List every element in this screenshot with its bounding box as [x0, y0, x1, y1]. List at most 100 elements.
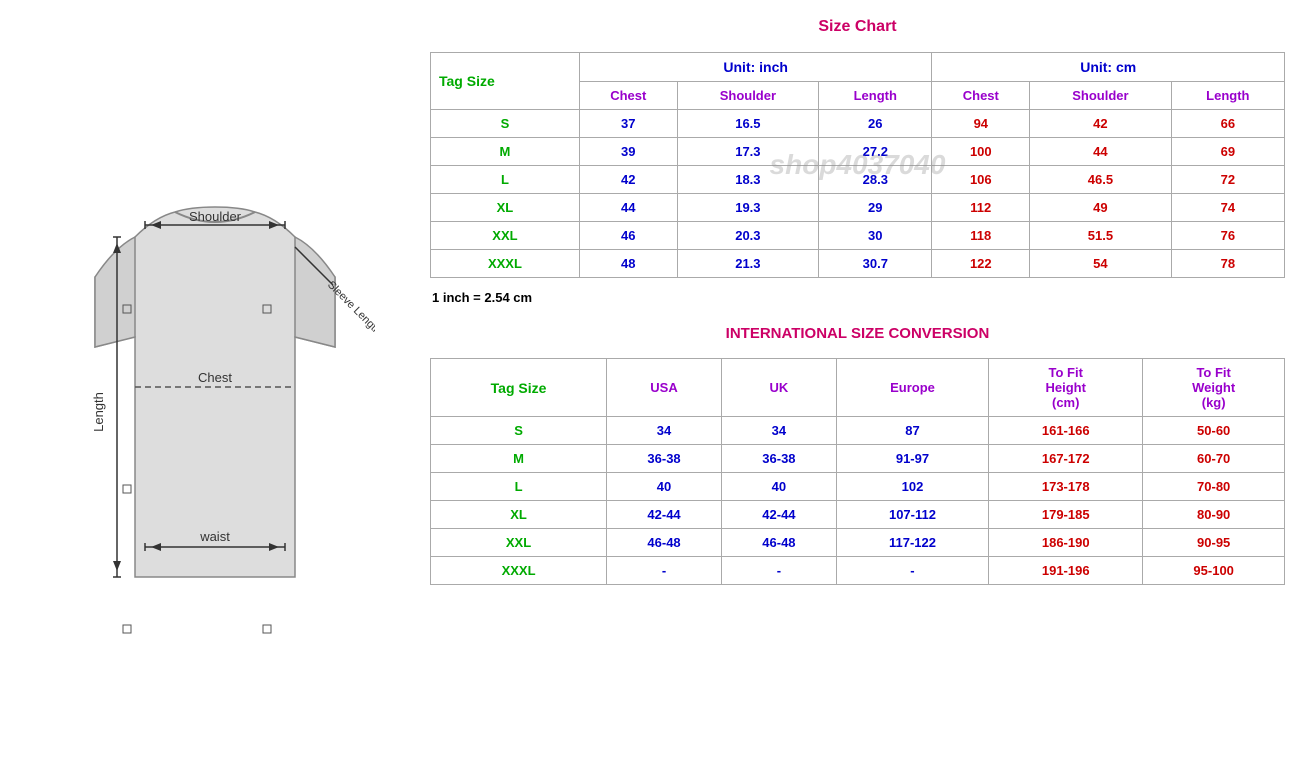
intl-usa-cell: 40: [607, 473, 722, 501]
tshirt-svg: Shoulder Length Chest waist Sleeve Lengt…: [55, 117, 375, 657]
intl-tag-size-header: Tag Size: [431, 359, 607, 417]
intl-usa-cell: 46-48: [607, 529, 722, 557]
size-chart-row: M 39 17.3 27.2 100 44 69: [431, 138, 1285, 166]
intl-height-cell: 173-178: [989, 473, 1143, 501]
intl-tag-cell: M: [431, 445, 607, 473]
inch-shoulder-cell: 19.3: [677, 194, 819, 222]
cm-chest-cell: 106: [932, 166, 1030, 194]
cm-length-cell: 72: [1171, 166, 1284, 194]
intl-usa-cell: 34: [607, 417, 722, 445]
tag-size-cell: S: [431, 110, 580, 138]
size-chart-row: XXXL 48 21.3 30.7 122 54 78: [431, 250, 1285, 278]
intl-weight-header: To FitWeight(kg): [1143, 359, 1285, 417]
cm-length-cell: 76: [1171, 222, 1284, 250]
cm-length-cell: 78: [1171, 250, 1284, 278]
size-chart-row: XL 44 19.3 29 112 49 74: [431, 194, 1285, 222]
intl-uk-cell: 36-38: [721, 445, 836, 473]
cm-shoulder-cell: 46.5: [1030, 166, 1172, 194]
tag-size-header: Tag Size: [431, 53, 580, 110]
inch-shoulder-cell: 17.3: [677, 138, 819, 166]
tag-size-cell: XL: [431, 194, 580, 222]
inch-length-cell: 30.7: [819, 250, 932, 278]
intl-uk-cell: 40: [721, 473, 836, 501]
size-chart-row: S 37 16.5 26 94 42 66: [431, 110, 1285, 138]
intl-table: Tag Size USA UK Europe To FitHeight(cm) …: [430, 358, 1285, 585]
intl-table-row: M 36-38 36-38 91-97 167-172 60-70: [431, 445, 1285, 473]
size-chart-area: shop4037040 Tag Size Unit: inch Unit: cm…: [430, 52, 1285, 278]
intl-weight-cell: 50-60: [1143, 417, 1285, 445]
cm-chest-cell: 100: [932, 138, 1030, 166]
intl-tag-cell: XXL: [431, 529, 607, 557]
intl-table-row: L 40 40 102 173-178 70-80: [431, 473, 1285, 501]
intl-europe-cell: 117-122: [836, 529, 988, 557]
intl-height-cell: 186-190: [989, 529, 1143, 557]
inch-shoulder-cell: 21.3: [677, 250, 819, 278]
unit-cm-header: Unit: cm: [932, 53, 1285, 82]
inch-length-cell: 28.3: [819, 166, 932, 194]
cm-length-cell: 69: [1171, 138, 1284, 166]
inch-shoulder-header: Shoulder: [677, 82, 819, 110]
cm-shoulder-header: Shoulder: [1030, 82, 1172, 110]
intl-height-header: To FitHeight(cm): [989, 359, 1143, 417]
svg-text:waist: waist: [199, 529, 230, 544]
intl-weight-cell: 80-90: [1143, 501, 1285, 529]
inch-chest-cell: 48: [579, 250, 677, 278]
tag-size-cell: XXXL: [431, 250, 580, 278]
intl-table-row: S 34 34 87 161-166 50-60: [431, 417, 1285, 445]
intl-uk-cell: -: [721, 557, 836, 585]
intl-title: INTERNATIONAL SIZE CONVERSION: [430, 317, 1285, 350]
cm-chest-cell: 122: [932, 250, 1030, 278]
inch-shoulder-cell: 20.3: [677, 222, 819, 250]
inch-length-cell: 29: [819, 194, 932, 222]
intl-europe-cell: 87: [836, 417, 988, 445]
intl-tag-cell: S: [431, 417, 607, 445]
size-chart-table: Tag Size Unit: inch Unit: cm Chest Shoul…: [430, 52, 1285, 278]
cm-length-cell: 66: [1171, 110, 1284, 138]
intl-weight-cell: 90-95: [1143, 529, 1285, 557]
intl-europe-cell: -: [836, 557, 988, 585]
svg-text:Chest: Chest: [198, 370, 232, 385]
inch-chest-cell: 37: [579, 110, 677, 138]
cm-chest-cell: 118: [932, 222, 1030, 250]
inch-chest-header: Chest: [579, 82, 677, 110]
intl-table-row: XXL 46-48 46-48 117-122 186-190 90-95: [431, 529, 1285, 557]
intl-height-cell: 161-166: [989, 417, 1143, 445]
inch-chest-cell: 42: [579, 166, 677, 194]
intl-uk-cell: 46-48: [721, 529, 836, 557]
unit-inch-header: Unit: inch: [579, 53, 932, 82]
inch-chest-cell: 46: [579, 222, 677, 250]
inch-chest-cell: 44: [579, 194, 677, 222]
size-chart-row: L 42 18.3 28.3 106 46.5 72: [431, 166, 1285, 194]
cm-shoulder-cell: 42: [1030, 110, 1172, 138]
intl-usa-cell: 36-38: [607, 445, 722, 473]
intl-uk-header: UK: [721, 359, 836, 417]
size-chart-row: XXL 46 20.3 30 118 51.5 76: [431, 222, 1285, 250]
cm-shoulder-cell: 51.5: [1030, 222, 1172, 250]
intl-tag-cell: XXXL: [431, 557, 607, 585]
inch-chest-cell: 39: [579, 138, 677, 166]
inch-length-cell: 27.2: [819, 138, 932, 166]
intl-table-row: XXXL - - - 191-196 95-100: [431, 557, 1285, 585]
intl-weight-cell: 60-70: [1143, 445, 1285, 473]
cm-length-header: Length: [1171, 82, 1284, 110]
intl-table-row: XL 42-44 42-44 107-112 179-185 80-90: [431, 501, 1285, 529]
tag-size-cell: M: [431, 138, 580, 166]
size-chart-title: Size Chart: [430, 10, 1285, 44]
conversion-note: 1 inch = 2.54 cm: [430, 286, 1285, 309]
intl-usa-header: USA: [607, 359, 722, 417]
cm-shoulder-cell: 49: [1030, 194, 1172, 222]
right-panel: Size Chart shop4037040 Tag Size Unit: in…: [430, 0, 1295, 773]
intl-height-cell: 179-185: [989, 501, 1143, 529]
intl-europe-cell: 91-97: [836, 445, 988, 473]
intl-tag-cell: L: [431, 473, 607, 501]
cm-shoulder-cell: 44: [1030, 138, 1172, 166]
intl-usa-cell: -: [607, 557, 722, 585]
tag-size-cell: L: [431, 166, 580, 194]
intl-usa-cell: 42-44: [607, 501, 722, 529]
cm-chest-cell: 94: [932, 110, 1030, 138]
intl-height-cell: 191-196: [989, 557, 1143, 585]
intl-weight-cell: 70-80: [1143, 473, 1285, 501]
cm-chest-cell: 112: [932, 194, 1030, 222]
intl-tag-cell: XL: [431, 501, 607, 529]
cm-length-cell: 74: [1171, 194, 1284, 222]
